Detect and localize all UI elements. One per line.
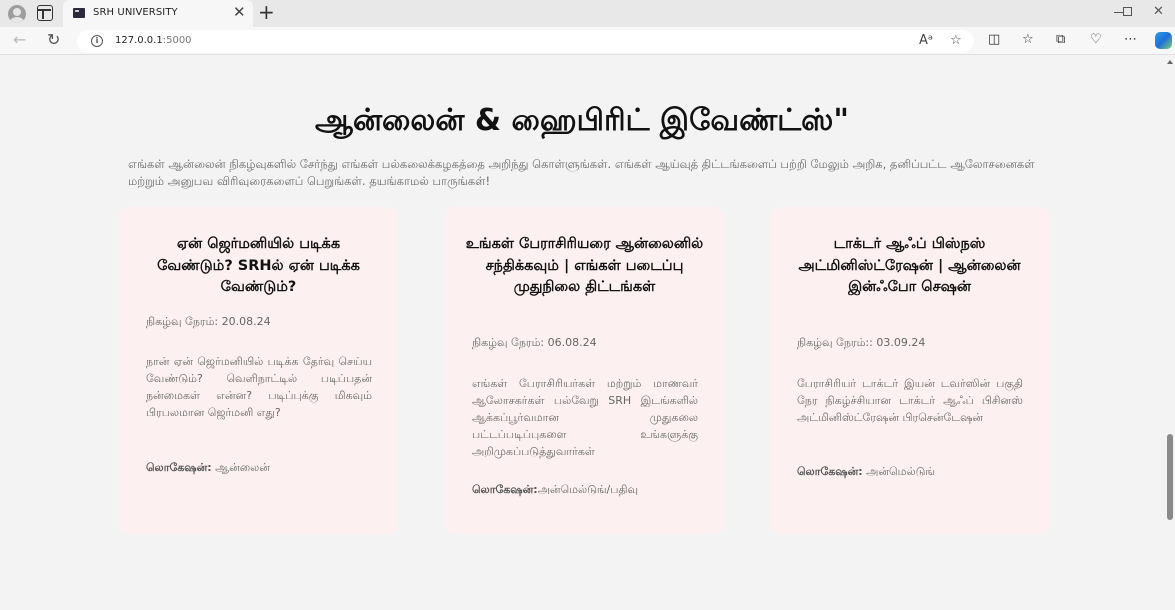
tab-actions-icon[interactable] (37, 5, 53, 21)
location-label: லொகேஷன்: (146, 461, 212, 474)
page-title: ஆன்லைன் & ஹைபிரிட் இவேண்ட்ஸ்" (315, 103, 849, 138)
back-arrow-icon[interactable]: ← (13, 31, 26, 49)
favorites-icon[interactable]: ☆ (1022, 33, 1034, 47)
url-text[interactable]: 127.0.0.1:5000 (115, 35, 192, 46)
event-title: டாக்டர் ஆஃப் பிஸ்நஸ் அட்மினிஸ்ட்ரேஷன் | … (798, 236, 1021, 295)
split-screen-icon[interactable]: ◫ (988, 33, 1000, 47)
location-label: லொகேஷன்: (472, 483, 538, 496)
favicon-icon (73, 8, 85, 18)
close-window-icon[interactable]: ✕ (1153, 5, 1164, 19)
address-bar[interactable]: i 127.0.0.1:5000 Aᵃ ☆ (77, 30, 974, 53)
location-label: லொகேஷன்: (797, 465, 863, 478)
event-location: லொகேஷன்: ஆன்லைன் (146, 461, 372, 476)
location-value: அன்மெல்டுங் (862, 465, 936, 478)
location-value: அன்மெல்டுங்/பதிவு (537, 483, 638, 496)
event-time: நிகழ்வு நேரம்: 06.08.24 (472, 336, 597, 349)
event-location: லொகேஷன்:அன்மெல்டுங்/பதிவு (472, 483, 698, 498)
event-location: லொகேஷன்: அன்மெல்டுங் (797, 465, 1023, 480)
event-title: ஏன் ஜெர்மனியில் படிக்க வேண்டும்? SRHல் ஏ… (157, 236, 360, 295)
close-tab-icon[interactable]: ✕ (233, 4, 246, 20)
more-menu-icon[interactable]: ⋯ (1124, 33, 1137, 47)
new-tab-icon[interactable]: + (258, 2, 275, 22)
event-time: நிகழ்வு நேரம்: 20.08.24 (146, 315, 271, 328)
event-description: பேராசிரியர் டாக்டர் இயன் டவர்ஸின் பகுதி … (797, 377, 1023, 424)
scroll-up-arrow-icon[interactable] (1167, 60, 1173, 64)
profile-avatar-icon[interactable] (8, 5, 26, 23)
url-port: :5000 (162, 35, 192, 46)
maximize-icon[interactable] (1123, 7, 1132, 16)
event-description: எங்கள் பேராசிரியர்கள் மற்றும் மாணவர் ஆலோ… (472, 377, 698, 458)
browser-tab[interactable]: SRH UNIVERSITY ✕ (63, 0, 253, 27)
event-title: உங்கள் பேராசிரியரை ஆன்லைனில் சந்திக்கவும… (465, 236, 704, 295)
tab-title: SRH UNIVERSITY (93, 7, 178, 18)
copilot-icon[interactable] (1155, 32, 1172, 49)
collections-icon[interactable]: ⧉ (1056, 33, 1065, 47)
event-card[interactable]: ஏன் ஜெர்மனியில் படிக்க வேண்டும்? SRHல் ஏ… (119, 207, 398, 534)
intro-text: எங்கள் ஆன்லைன் நிகழ்வுகளில் சேர்ந்து எங்… (128, 157, 1035, 188)
page-content: ஆன்லைன் & ஹைபிரிட் இவேண்ட்ஸ்" எங்கள் ஆன்… (0, 56, 1164, 610)
location-value: ஆன்லைன் (211, 461, 270, 474)
browser-essentials-icon[interactable]: ♡ (1090, 33, 1102, 47)
event-card[interactable]: உங்கள் பேராசிரியரை ஆன்லைனில் சந்திக்கவும… (445, 207, 724, 534)
event-card[interactable]: டாக்டர் ஆஃப் பிஸ்நஸ் அட்மினிஸ்ட்ரேஷன் | … (770, 207, 1049, 534)
reload-icon[interactable]: ↻ (47, 31, 60, 49)
site-info-icon[interactable]: i (91, 35, 103, 47)
event-time: நிகழ்வு நேரம்:: 03.09.24 (797, 336, 926, 349)
event-description: நான் ஏன் ஜெர்மனியில் படிக்க தேர்வு செய்ய… (146, 355, 372, 419)
vertical-scrollbar[interactable] (1164, 56, 1175, 610)
favorite-star-icon[interactable]: ☆ (950, 33, 962, 49)
url-host: 127.0.0.1 (115, 35, 163, 46)
scrollbar-thumb[interactable] (1167, 434, 1173, 520)
tab-strip: SRH UNIVERSITY ✕ + ✕ (0, 0, 1175, 27)
read-aloud-icon[interactable]: Aᵃ (919, 33, 933, 49)
